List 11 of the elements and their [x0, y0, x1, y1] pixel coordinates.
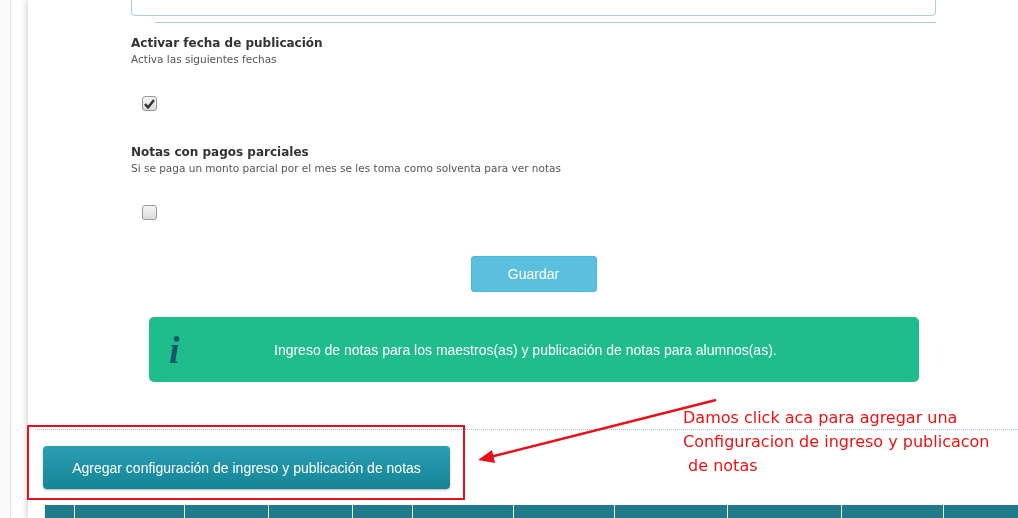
setting-title: Notas con pagos parciales [131, 145, 309, 159]
checkbox[interactable] [142, 96, 157, 111]
save-button[interactable]: Guardar [470, 256, 597, 292]
setting-title: Activar fecha de publicación [131, 36, 323, 50]
checkbox[interactable] [142, 205, 157, 220]
info-icon: i [169, 327, 189, 372]
banner-text: Ingreso de notas para los maestros(as) y publicación de notas para alumnos(as). [274, 341, 777, 358]
annotation-note: Damos click aca para agregar una Configuracion de ingreso y publicacon de notas [683, 407, 990, 477]
add-button[interactable]: Agregar configuración de ingreso y publicación de notas [43, 446, 450, 489]
setting-description: Si se paga un monto parcial por el mes se les toma como solventa para ver notas [131, 162, 561, 174]
setting-description: Activa las siguientes fechas [131, 53, 277, 65]
